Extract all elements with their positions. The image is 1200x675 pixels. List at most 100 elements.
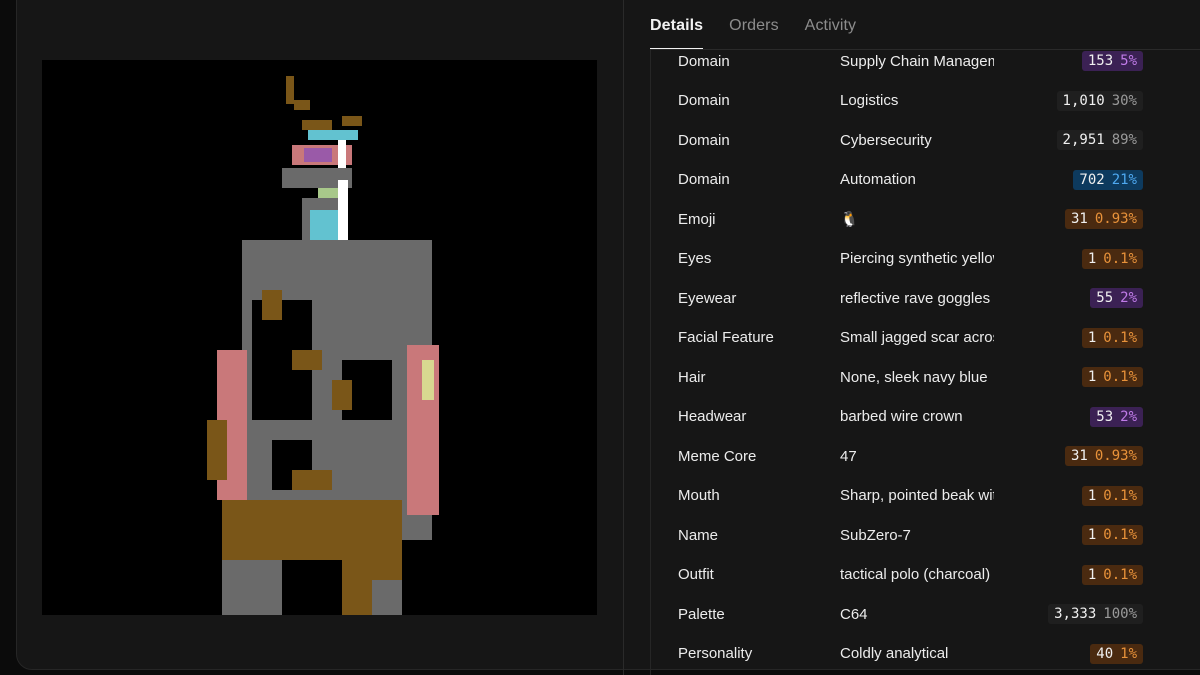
trait-name: Facial Feature (678, 329, 774, 346)
trait-value: Logistics (840, 92, 899, 109)
trait-count: 55 (1096, 290, 1114, 306)
trait-value: Coldly analytical (840, 645, 949, 662)
traits-list[interactable]: DomainSupply Chain Management1535%Domain… (650, 50, 1200, 675)
trait-percent: 0.93% (1094, 448, 1137, 464)
trait-row[interactable]: Name SubZero-7 1 0.1% (651, 517, 1151, 553)
rarity-badge[interactable]: 1 0.1% (1081, 248, 1143, 269)
trait-row[interactable]: Hair None, sleek navy blue 1 0.1% (651, 359, 1151, 395)
trait-value: Automation (840, 171, 916, 188)
trait-value: Small jagged scar across (840, 329, 994, 346)
pixel-art-image (42, 60, 597, 615)
trait-value: barbed wire crown (840, 408, 963, 425)
trait-row[interactable]: Domain Automation 702 21% (651, 162, 1151, 198)
rarity-badge[interactable]: 53 2% (1090, 406, 1143, 427)
trait-count: 3,333 (1054, 606, 1097, 622)
rarity-badge[interactable]: 2,951 89% (1056, 130, 1143, 150)
rarity-badge[interactable]: 1 0.1% (1081, 525, 1143, 545)
trait-percent: 30% (1111, 92, 1137, 109)
trait-row[interactable]: Palette C64 3,333 100% (651, 596, 1151, 632)
trait-row[interactable]: Personality Coldly analytical 40 1% (651, 636, 1151, 672)
trait-name: Palette (678, 605, 725, 623)
tab-activity[interactable]: Activity (805, 0, 856, 50)
detail-tabs: Details Orders Activity (650, 0, 856, 50)
trait-count: 31 (1070, 211, 1088, 227)
rarity-badge[interactable]: 1 0.1% (1081, 564, 1143, 585)
trait-percent: 0.1% (1103, 487, 1137, 504)
trait-count: 153 (1087, 53, 1114, 69)
trait-name: Personality (678, 645, 753, 662)
trait-row[interactable]: Domain Logistics 1,010 30% (651, 83, 1151, 119)
trait-row[interactable]: Headwear barbed wire crown 53 2% (651, 399, 1151, 435)
trait-percent: 2% (1120, 290, 1137, 306)
trait-name: Domain (678, 52, 730, 70)
trait-percent: 100% (1103, 606, 1137, 622)
trait-percent: 2% (1120, 408, 1137, 425)
rarity-badge[interactable]: 1 0.1% (1081, 327, 1143, 348)
trait-row[interactable]: Domain Cybersecurity 2,951 89% (651, 122, 1151, 158)
trait-row[interactable]: Eyewear reflective rave goggles 55 2% (651, 280, 1151, 316)
trait-row[interactable]: Emoji 🐧 31 0.93% (651, 201, 1151, 237)
trait-percent: 89% (1111, 132, 1137, 148)
trait-percent: 0.1% (1103, 329, 1137, 346)
rarity-badge[interactable]: 3,333 100% (1048, 604, 1143, 624)
rarity-badge[interactable]: 31 0.93% (1064, 209, 1143, 229)
trait-name: Domain (678, 92, 730, 109)
trait-name: Name (678, 526, 719, 544)
trait-value: tactical polo (charcoal) (840, 566, 991, 583)
trait-percent: 0.1% (1103, 250, 1137, 267)
trait-count: 1 (1087, 369, 1097, 385)
rarity-badge[interactable]: 1 0.1% (1081, 485, 1143, 506)
trait-value: Piercing synthetic yellow (840, 250, 994, 267)
trait-row[interactable]: Domain Supply Chain Management 153 5% (651, 50, 1151, 79)
trait-value: Supply Chain Management (840, 52, 994, 70)
trait-percent: 21% (1111, 171, 1137, 188)
rarity-badge[interactable]: 1,010 30% (1056, 90, 1143, 111)
trait-percent: 0.93% (1094, 211, 1137, 227)
trait-name: Eyewear (678, 289, 737, 307)
nft-artwork[interactable] (42, 60, 597, 615)
trait-name: Domain (678, 131, 730, 149)
trait-count: 1 (1087, 527, 1097, 543)
trait-count: 31 (1070, 448, 1088, 464)
trait-count: 1,010 (1062, 92, 1105, 109)
trait-percent: 0.1% (1103, 527, 1137, 543)
rarity-badge[interactable]: 55 2% (1090, 288, 1143, 308)
rarity-badge[interactable]: 40 1% (1090, 643, 1143, 664)
trait-value: SubZero-7 (840, 526, 911, 544)
trait-name: Meme Core (678, 447, 757, 465)
trait-row[interactable]: Meme Core 47 31 0.93% (651, 438, 1151, 474)
trait-row[interactable]: Outfit tactical polo (charcoal) 1 0.1% (651, 557, 1151, 593)
panel-divider (623, 0, 624, 675)
trait-name: Outfit (678, 566, 714, 583)
trait-value: 🐧 (840, 211, 859, 228)
trait-count: 53 (1096, 408, 1114, 425)
rarity-badge[interactable]: 1 0.1% (1081, 367, 1143, 387)
trait-value: reflective rave goggles (840, 289, 991, 307)
tab-orders[interactable]: Orders (729, 0, 779, 50)
tab-details[interactable]: Details (650, 0, 704, 50)
trait-percent: 5% (1120, 53, 1137, 69)
trait-count: 1 (1087, 566, 1097, 583)
trait-percent: 0.1% (1103, 566, 1137, 583)
trait-name: Mouth (678, 487, 720, 504)
trait-count: 40 (1096, 645, 1114, 662)
trait-name: Headwear (678, 408, 747, 425)
trait-count: 702 (1079, 171, 1105, 188)
trait-count: 1 (1087, 329, 1097, 346)
trait-value: None, sleek navy blue (840, 368, 988, 386)
trait-value: 47 (840, 447, 857, 465)
trait-name: Emoji (678, 210, 716, 228)
trait-row[interactable]: Eyes Piercing synthetic yellow 1 0.1% (651, 241, 1151, 277)
trait-percent: 1% (1120, 645, 1137, 662)
trait-value: Cybersecurity (840, 131, 932, 149)
trait-name: Eyes (678, 250, 712, 267)
rarity-badge[interactable]: 702 21% (1073, 169, 1143, 190)
crown-pixels (286, 76, 294, 104)
rarity-badge[interactable]: 31 0.93% (1064, 446, 1143, 466)
trait-row[interactable]: Facial Feature Small jagged scar across 1 0… (651, 320, 1151, 356)
trait-count: 2,951 (1062, 132, 1105, 148)
trait-value: Sharp, pointed beak with (840, 487, 994, 504)
rarity-badge[interactable]: 153 5% (1081, 51, 1143, 71)
trait-row[interactable]: Mouth Sharp, pointed beak with 1 0.1% (651, 478, 1151, 514)
trait-percent: 0.1% (1103, 369, 1137, 385)
